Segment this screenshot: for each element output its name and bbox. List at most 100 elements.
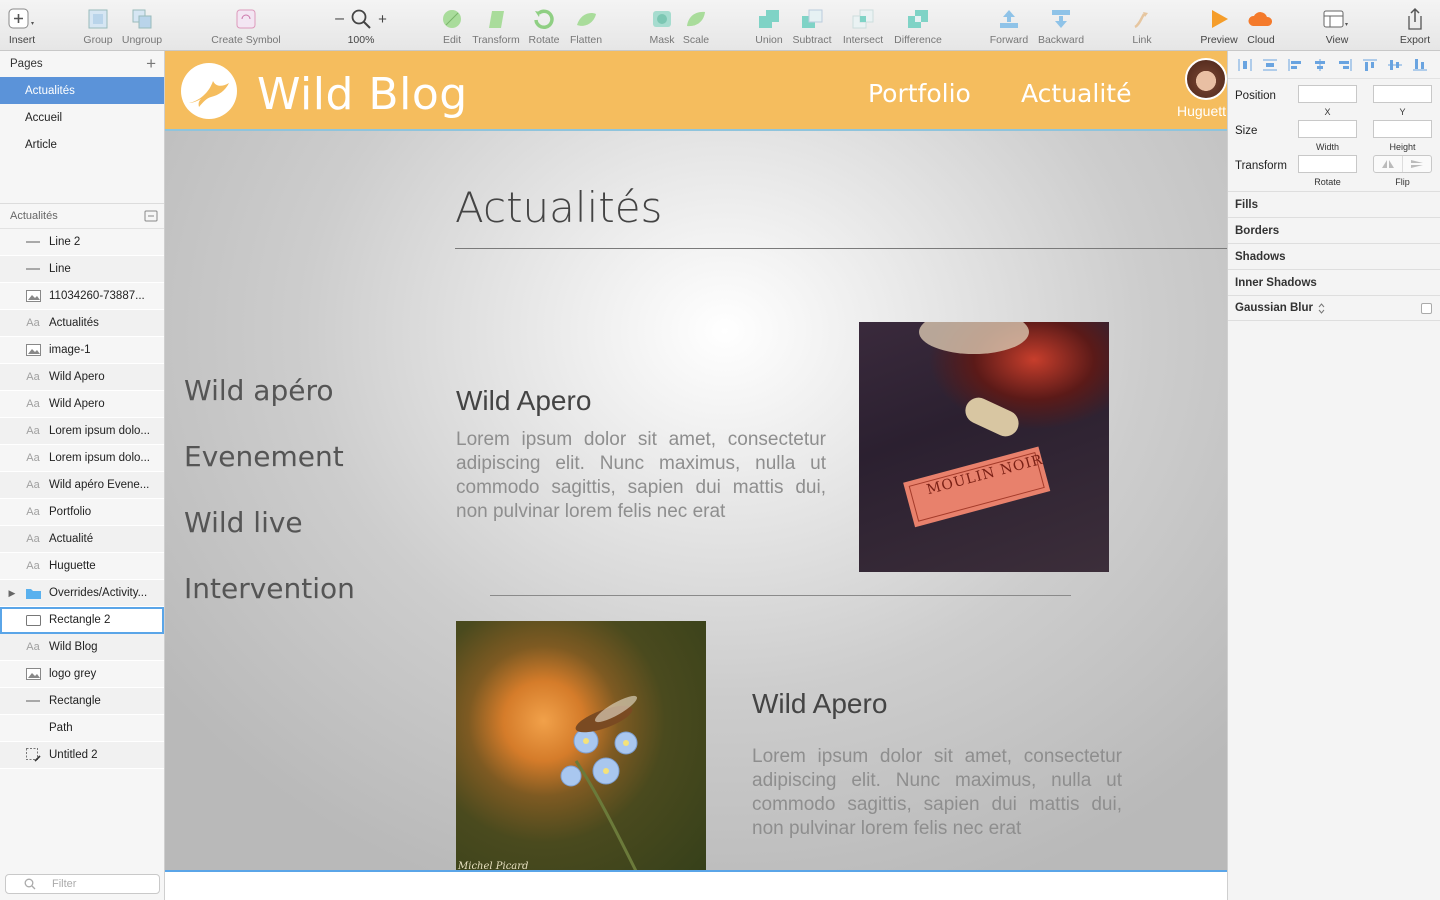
- forward-button[interactable]: Forward: [979, 6, 1039, 46]
- stepper-icon[interactable]: [1318, 302, 1325, 314]
- rotate-field[interactable]: [1298, 155, 1357, 173]
- align-right-icon[interactable]: [1334, 56, 1356, 74]
- side-link-wild-live[interactable]: Wild live: [184, 506, 303, 539]
- image-icon: [24, 343, 42, 357]
- distribute-vertical-icon[interactable]: [1259, 56, 1281, 74]
- layer-row[interactable]: Aa Lorem ipsum dolo...: [0, 418, 164, 445]
- insert-button[interactable]: Insert: [0, 6, 52, 46]
- page-item-article[interactable]: Article: [0, 131, 164, 158]
- user-name[interactable]: Huguett: [1177, 103, 1226, 119]
- transform-row: Transform Rotate Flip: [1228, 149, 1440, 187]
- layer-row[interactable]: Aa Wild apéro Evene...: [0, 472, 164, 499]
- height-field[interactable]: [1373, 120, 1432, 138]
- text-icon: Aa: [26, 506, 40, 518]
- fills-section[interactable]: Fills: [1228, 191, 1440, 217]
- layer-row[interactable]: ▶ Overrides/Activity...: [0, 580, 164, 607]
- borders-section[interactable]: Borders: [1228, 217, 1440, 243]
- layer-row[interactable]: Rectangle 2: [0, 607, 164, 634]
- layer-row[interactable]: Line 2: [0, 229, 164, 256]
- nav-portfolio[interactable]: Portfolio: [868, 79, 971, 108]
- side-link-wild-apero[interactable]: Wild apéro: [184, 374, 334, 407]
- difference-button[interactable]: Difference: [888, 6, 948, 46]
- backward-button[interactable]: Backward: [1031, 6, 1091, 46]
- layer-row[interactable]: Rectangle: [0, 688, 164, 715]
- post-image-insect-flower[interactable]: Michel Picard: [456, 621, 706, 871]
- title-divider[interactable]: [455, 248, 1227, 249]
- zoom-control[interactable]: – + 100%: [326, 6, 396, 46]
- post-body[interactable]: Lorem ipsum dolor sit amet, consectetur …: [456, 428, 826, 524]
- intersect-button[interactable]: Intersect: [833, 6, 893, 46]
- layer-row[interactable]: Aa Lorem ipsum dolo...: [0, 445, 164, 472]
- export-button[interactable]: Export: [1385, 6, 1440, 46]
- link-button[interactable]: Link: [1112, 6, 1172, 46]
- text-icon: Aa: [26, 317, 40, 329]
- y-field[interactable]: [1373, 85, 1432, 103]
- layer-name: Untitled 2: [49, 749, 98, 761]
- layer-row[interactable]: logo grey: [0, 661, 164, 688]
- post-image-wine-cork[interactable]: MOULIN NOIR: [859, 322, 1109, 572]
- site-header[interactable]: Wild Blog Portfolio Actualité Huguett: [165, 51, 1227, 131]
- add-page-button[interactable]: +: [146, 54, 156, 74]
- bird-logo-icon[interactable]: [181, 63, 237, 119]
- gaussian-blur-checkbox[interactable]: [1421, 302, 1432, 314]
- toolbar: Insert Group Ungroup Create Symbol – + 1…: [0, 0, 1440, 51]
- create-symbol-button[interactable]: Create Symbol: [206, 6, 286, 46]
- layer-row[interactable]: Aa Wild Blog: [0, 634, 164, 661]
- create-symbol-label: Create Symbol: [211, 34, 281, 46]
- canvas[interactable]: Wild Blog Portfolio Actualité Huguett Ac…: [165, 51, 1227, 900]
- site-brand[interactable]: Wild Blog: [257, 69, 468, 120]
- collapse-artboard-icon[interactable]: [144, 210, 158, 222]
- layer-row[interactable]: Aa Actualité: [0, 526, 164, 553]
- layer-list: Line 2 Line 11034260-73887... Aa Actualités i…: [0, 229, 164, 769]
- post-title[interactable]: Wild Apero: [456, 385, 591, 417]
- nav-actualite[interactable]: Actualité: [1021, 79, 1131, 108]
- shadows-section[interactable]: Shadows: [1228, 243, 1440, 269]
- layer-row[interactable]: Aa Wild Apero: [0, 391, 164, 418]
- post-divider[interactable]: [490, 595, 1071, 596]
- ungroup-button[interactable]: Ungroup: [112, 6, 172, 46]
- side-link-evenement[interactable]: Evenement: [184, 440, 344, 473]
- layer-row[interactable]: Untitled 2: [0, 742, 164, 769]
- layer-row[interactable]: 11034260-73887...: [0, 283, 164, 310]
- layer-row[interactable]: Path: [0, 715, 164, 742]
- layer-row[interactable]: Aa Huguette: [0, 553, 164, 580]
- zoom-in-button[interactable]: +: [378, 11, 387, 28]
- post-body[interactable]: Lorem ipsum dolor sit amet, consectetur …: [752, 745, 1122, 841]
- scale-button[interactable]: Scale: [666, 6, 726, 46]
- align-center-icon[interactable]: [1309, 56, 1331, 74]
- width-field[interactable]: [1298, 120, 1357, 138]
- gaussian-blur-section[interactable]: Gaussian Blur: [1228, 295, 1440, 321]
- layer-row[interactable]: Aa Wild Apero: [0, 364, 164, 391]
- align-left-icon[interactable]: [1284, 56, 1306, 74]
- avatar[interactable]: [1185, 58, 1227, 100]
- layer-row[interactable]: Aa Actualités: [0, 310, 164, 337]
- x-field[interactable]: [1298, 85, 1357, 103]
- flatten-button[interactable]: Flatten: [556, 6, 616, 46]
- layer-row[interactable]: image-1: [0, 337, 164, 364]
- align-bottom-icon[interactable]: [1409, 56, 1431, 74]
- view-button[interactable]: View: [1307, 6, 1367, 46]
- page-title[interactable]: Actualités: [455, 183, 662, 232]
- scale-icon: [684, 6, 708, 32]
- disclosure-triangle-icon[interactable]: ▶: [6, 588, 18, 599]
- page-item-accueil[interactable]: Accueil: [0, 104, 164, 131]
- align-middle-icon[interactable]: [1384, 56, 1406, 74]
- flip-vertical-icon[interactable]: [1403, 156, 1431, 172]
- side-link-intervention[interactable]: Intervention: [184, 572, 355, 605]
- distribute-horizontal-icon[interactable]: [1234, 56, 1256, 74]
- magnifier-icon: [351, 9, 371, 29]
- layer-row[interactable]: Aa Portfolio: [0, 499, 164, 526]
- post-title[interactable]: Wild Apero: [752, 688, 887, 720]
- filter-input[interactable]: Filter: [5, 874, 160, 894]
- edit-label: Edit: [442, 34, 462, 46]
- artboard-actualites[interactable]: Wild Blog Portfolio Actualité Huguett Ac…: [165, 51, 1227, 871]
- layer-name: Wild Apero: [49, 398, 105, 410]
- flip-horizontal-icon[interactable]: [1374, 156, 1403, 172]
- zoom-out-button[interactable]: –: [335, 10, 344, 28]
- layer-row[interactable]: Line: [0, 256, 164, 283]
- align-top-icon[interactable]: [1359, 56, 1381, 74]
- cloud-button[interactable]: Cloud: [1231, 6, 1291, 46]
- inner-shadows-section[interactable]: Inner Shadows: [1228, 269, 1440, 295]
- page-item-actualites[interactable]: Actualités: [0, 77, 164, 104]
- intersect-icon: [851, 6, 875, 32]
